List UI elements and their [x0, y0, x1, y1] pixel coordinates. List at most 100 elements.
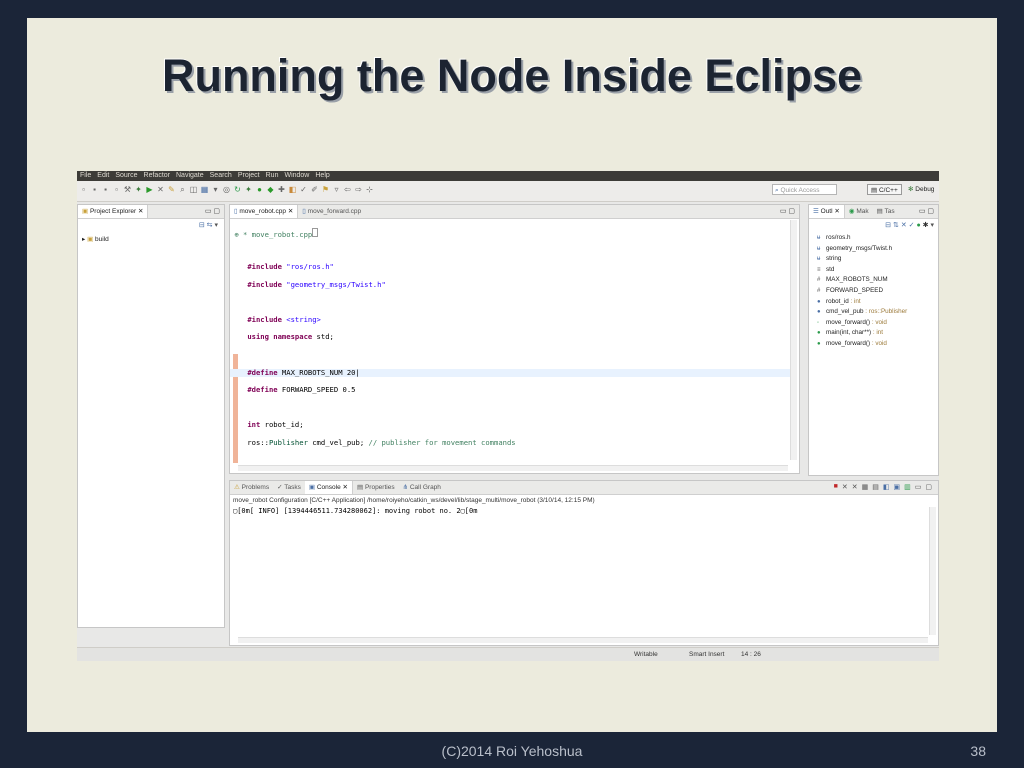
open-type-icon[interactable]: ◧: [288, 185, 297, 194]
menu-file[interactable]: File: [77, 171, 94, 181]
tools-icon[interactable]: ✕: [156, 185, 165, 194]
navigate-icon[interactable]: ▾: [211, 185, 220, 194]
display-console-icon[interactable]: ▣: [894, 483, 901, 491]
outline-item[interactable]: ᵾ string: [817, 254, 907, 265]
close-icon[interactable]: ✕: [834, 208, 839, 215]
new-icon[interactable]: ▫: [79, 185, 88, 194]
tree-item-build[interactable]: ▸ ▣ build: [82, 235, 109, 243]
close-icon[interactable]: ✕: [138, 208, 143, 215]
coverage-icon[interactable]: ◆: [266, 185, 275, 194]
expand-arrow-icon[interactable]: ▸: [82, 236, 85, 243]
properties-icon: ▤: [356, 484, 364, 491]
function-icon: ●: [817, 340, 821, 347]
back-icon[interactable]: ⇦: [343, 185, 352, 194]
outline-item[interactable]: ᵾ geometry_msgs/Twist.h: [817, 244, 907, 255]
hide-macros-icon[interactable]: ✱: [923, 222, 929, 229]
menu-source[interactable]: Source: [112, 171, 140, 181]
collapse-all-icon[interactable]: ⊟: [199, 222, 205, 229]
tab-move-robot-cpp[interactable]: ▯ move_robot.cpp ✕: [230, 205, 299, 218]
outline-item[interactable]: ● cmd_vel_pub : ros::Publisher: [817, 307, 907, 318]
tab-call-graph[interactable]: ⋔ Call Graph: [399, 481, 445, 494]
search-tool-icon[interactable]: ⌕: [178, 185, 187, 194]
hide-static-icon[interactable]: ✓: [909, 222, 915, 229]
menu-refactor[interactable]: Refactor: [141, 171, 173, 181]
open-console-icon[interactable]: ▥: [904, 483, 911, 491]
outline-item[interactable]: ● robot_id : int: [817, 297, 907, 308]
pen-icon[interactable]: ✐: [310, 185, 319, 194]
tab-properties[interactable]: ▤ Properties: [353, 481, 399, 494]
outline-item[interactable]: # MAX_ROBOTS_NUM: [817, 275, 907, 286]
outline-item[interactable]: ᵾ ros/ros.h: [817, 233, 907, 244]
menu-search[interactable]: Search: [207, 171, 235, 181]
view-menu-icon[interactable]: ▾: [214, 222, 218, 229]
close-icon[interactable]: ✕: [288, 208, 293, 215]
tab-console[interactable]: ▣ Console ✕: [304, 481, 353, 494]
collapse-icon[interactable]: ⊟: [885, 222, 891, 229]
view-menu-icon[interactable]: ▾: [930, 222, 934, 229]
sort-icon[interactable]: ⇅: [893, 222, 899, 229]
target-icon[interactable]: ◎: [222, 185, 231, 194]
menu-navigate[interactable]: Navigate: [173, 171, 207, 181]
close-icon[interactable]: ✕: [343, 484, 348, 491]
debug-run-icon[interactable]: ✦: [244, 185, 253, 194]
minimize-icon[interactable]: ▭: [915, 483, 922, 491]
debug-icon[interactable]: ✦: [134, 185, 143, 194]
link-editor-icon[interactable]: ⇆: [207, 222, 213, 229]
terminate-icon[interactable]: ■: [834, 483, 838, 491]
outline-item[interactable]: ≡ std: [817, 265, 907, 276]
editor-horizontal-scrollbar[interactable]: [238, 465, 788, 471]
menu-edit[interactable]: Edit: [94, 171, 112, 181]
remove-all-icon[interactable]: ✕: [852, 483, 858, 491]
perspective-cpp-button[interactable]: ▤ C/C++: [867, 184, 902, 195]
clear-console-icon[interactable]: ▤: [872, 483, 879, 491]
perspective-debug-button[interactable]: ✻ Debug: [905, 184, 937, 195]
edit-icon[interactable]: ✎: [167, 185, 176, 194]
outline-item[interactable]: ● main(int, char**) : int: [817, 328, 907, 339]
pin-console-icon[interactable]: ◧: [883, 483, 890, 491]
forward-icon[interactable]: ⇨: [354, 185, 363, 194]
outline-item[interactable]: ◦ move_forward() : void: [817, 318, 907, 329]
annotation-icon[interactable]: ⚑: [321, 185, 330, 194]
tab-tasks[interactable]: ✓ Tasks: [273, 481, 305, 494]
minimize-maximize-icon[interactable]: ▭ ▢: [780, 205, 795, 218]
minimize-maximize-icon[interactable]: ▭ ▢: [919, 205, 934, 218]
save-icon[interactable]: ▪: [90, 185, 99, 194]
menu-window[interactable]: Window: [281, 171, 312, 181]
toggle-icon[interactable]: ◫: [189, 185, 198, 194]
outline-item[interactable]: ● move_forward() : void: [817, 339, 907, 350]
console-output[interactable]: ▢[0m[ INFO] [1394446511.734280062]: movi…: [233, 507, 477, 515]
pin-icon[interactable]: ⊹: [365, 185, 374, 194]
save-all-icon[interactable]: ▪: [101, 185, 110, 194]
scroll-lock-icon[interactable]: ▦: [862, 483, 869, 491]
tab-outline[interactable]: ☰ Outl ✕: [809, 205, 845, 218]
tab-problems[interactable]: ⚠ Problems: [230, 481, 273, 494]
source-code[interactable]: ⊕ * move_robot.cpp #include "ros/ros.h" …: [230, 219, 790, 469]
tab-tasks-outline[interactable]: ▤ Tas: [873, 205, 899, 218]
minimize-maximize-icon[interactable]: ▭ ▢: [205, 205, 220, 218]
console-horizontal-scrollbar[interactable]: [238, 637, 928, 643]
outline-item[interactable]: # FORWARD_SPEED: [817, 286, 907, 297]
next-annotation-icon[interactable]: ▿: [332, 185, 341, 194]
build-icon[interactable]: ⚒: [123, 185, 132, 194]
print-icon[interactable]: ▫: [112, 185, 121, 194]
hide-nonpublic-icon[interactable]: ●: [916, 222, 920, 229]
run-icon[interactable]: ▶: [145, 185, 154, 194]
task-icon[interactable]: ✓: [299, 185, 308, 194]
tab-project-explorer[interactable]: ▣ Project Explorer ✕: [78, 205, 149, 218]
hide-fields-icon[interactable]: ✕: [901, 222, 907, 229]
maximize-icon[interactable]: ▢: [925, 483, 932, 491]
remove-launch-icon[interactable]: ✕: [842, 483, 848, 491]
tab-move-forward-cpp[interactable]: ▯ move_forward.cpp: [298, 205, 365, 218]
menu-run[interactable]: Run: [263, 171, 282, 181]
refresh-icon[interactable]: ↻: [233, 185, 242, 194]
tab-make[interactable]: ◉ Mak: [845, 205, 873, 218]
menu-help[interactable]: Help: [312, 171, 332, 181]
run-circle-icon[interactable]: ●: [255, 185, 264, 194]
quick-access-input[interactable]: ⌕ Quick Access: [772, 184, 837, 195]
layout-icon[interactable]: ▦: [200, 185, 209, 194]
menu-project[interactable]: Project: [235, 171, 263, 181]
tab-move-robot-label: move_robot.cpp: [239, 208, 287, 215]
editor-vertical-scrollbar[interactable]: [790, 220, 797, 460]
console-vertical-scrollbar[interactable]: [929, 507, 936, 635]
external-tools-icon[interactable]: ✚: [277, 185, 286, 194]
